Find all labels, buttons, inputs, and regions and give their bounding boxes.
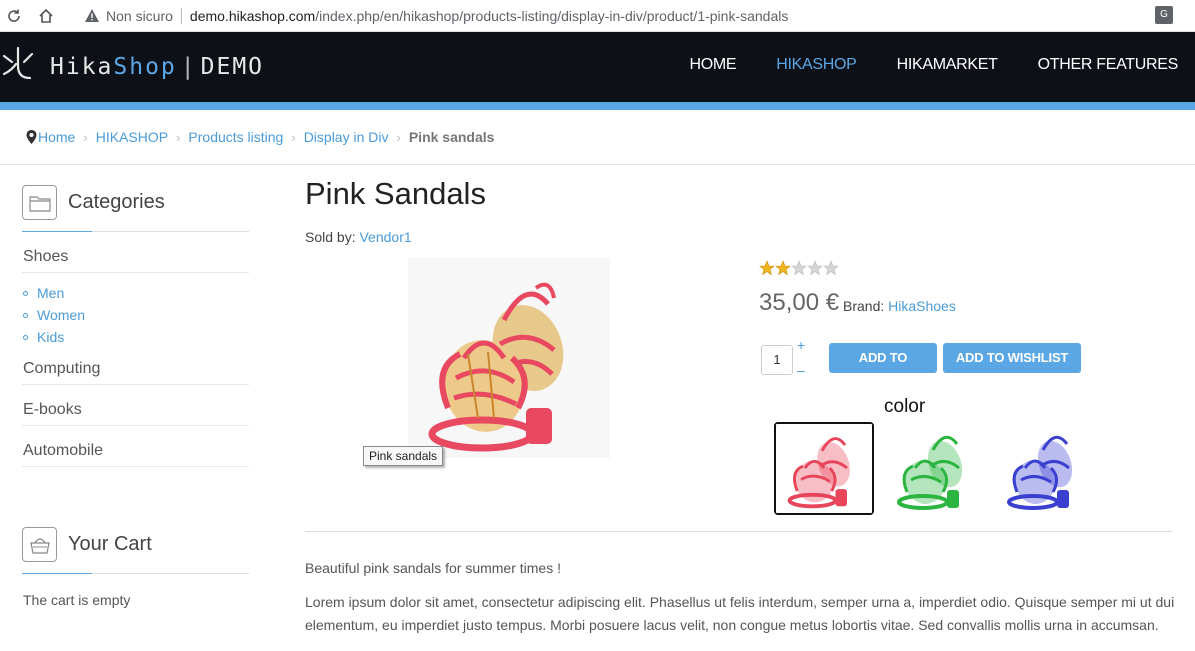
subcategory-women[interactable]: Women (23, 307, 85, 323)
add-to-wishlist-button[interactable]: ADD TO WISHLIST (943, 343, 1081, 373)
product-title: Pink Sandals (305, 176, 486, 211)
site-logo[interactable]: HikaShop | DEMO (50, 54, 264, 80)
breadcrumb-divider (0, 164, 1195, 165)
nav-home[interactable]: HOME (689, 56, 736, 74)
color-label: color (884, 396, 926, 417)
add-to-cart-button[interactable]: ADD TO CART (829, 343, 937, 395)
cart-module-header: Your Cart (22, 527, 152, 562)
site-header: HikaShop | DEMO HOME HIKASHOP HIKAMARKET O… (0, 32, 1195, 102)
sold-by: Sold by: Vendor1 (305, 229, 412, 245)
logo-text-demo: DEMO (200, 54, 265, 80)
bullet-icon (23, 334, 28, 340)
basket-icon (22, 527, 57, 562)
url-field[interactable]: demo.hikashop.com/index.php/en/hikashop/… (190, 8, 788, 24)
star-empty-icon[interactable] (807, 260, 823, 276)
folder-icon (22, 185, 57, 220)
main-nav: HOME HIKASHOP HIKAMARKET OTHER FEATURES (649, 56, 1178, 74)
category-automobile[interactable]: Automobile (23, 442, 103, 460)
blue-sandal-thumbnail (995, 422, 1095, 515)
quantity-decrease-button[interactable]: – (797, 362, 805, 378)
chevron-right-icon: › (176, 129, 181, 145)
image-tooltip: Pink sandals (363, 446, 444, 466)
long-description: Lorem ipsum dolor sit amet, consectetur … (305, 594, 1175, 633)
bullet-icon (23, 312, 28, 318)
logo-divider: | (180, 54, 197, 80)
home-icon[interactable] (32, 2, 60, 30)
brand-label: Brand: (843, 298, 885, 314)
logo-icon[interactable] (0, 44, 36, 84)
short-description: Beautiful pink sandals for summer times … (305, 560, 561, 576)
subcategory-label: Men (37, 285, 65, 301)
security-warning[interactable]: Non sicuro (84, 8, 173, 24)
vendor-link[interactable]: Vendor1 (359, 229, 411, 245)
category-divider (22, 425, 249, 426)
color-swatch-green[interactable] (885, 422, 985, 515)
description-divider (305, 531, 1172, 532)
cart-title-rule (22, 573, 249, 574)
translate-icon[interactable]: G (1155, 6, 1173, 24)
category-divider (22, 272, 249, 273)
green-sandal-thumbnail (885, 422, 985, 515)
subcategory-kids[interactable]: Kids (23, 329, 64, 345)
url-path: /index.php/en/hikashop/products-listing/… (315, 7, 789, 24)
rating-stars[interactable] (759, 260, 839, 276)
category-shoes[interactable]: Shoes (23, 248, 68, 266)
map-pin-icon (26, 130, 37, 144)
quantity-increase-button[interactable]: + (797, 337, 805, 353)
chevron-right-icon: › (291, 129, 296, 145)
security-label: Non sicuro (106, 7, 173, 24)
star-empty-icon[interactable] (823, 260, 839, 276)
sold-by-label: Sold by: (305, 229, 356, 245)
breadcrumb-products-listing[interactable]: Products listing (188, 129, 283, 145)
bullet-icon (23, 290, 28, 296)
subcategory-men[interactable]: Men (23, 285, 64, 301)
header-accent-stripe (0, 102, 1195, 110)
brand-link[interactable]: HikaShoes (888, 298, 956, 314)
pink-sandal-thumbnail (776, 424, 872, 513)
product-price: 35,00 € (759, 289, 840, 316)
color-swatch-pink[interactable] (774, 422, 874, 515)
nav-other-features[interactable]: OTHER FEATURES (1038, 56, 1179, 74)
subcategory-label: Kids (37, 329, 65, 345)
categories-module-header: Categories (22, 185, 165, 220)
chevron-right-icon: › (83, 129, 88, 145)
cart-status: The cart is empty (23, 592, 131, 608)
quantity-input[interactable]: 1 (761, 345, 793, 375)
subcategory-label: Women (37, 307, 85, 323)
category-divider (22, 466, 249, 467)
url-host: demo.hikashop.com (189, 7, 316, 24)
breadcrumb-home[interactable]: Home (38, 129, 75, 145)
address-divider (180, 7, 182, 24)
product-brand: Brand: HikaShoes (843, 298, 956, 314)
category-computing[interactable]: Computing (23, 360, 100, 378)
browser-address-bar: Non sicuro demo.hikashop.com/index.php/e… (0, 0, 1195, 32)
reload-icon[interactable] (0, 2, 28, 30)
categories-title: Categories (68, 191, 165, 213)
breadcrumb-hikashop[interactable]: HIKASHOP (96, 129, 168, 145)
nav-hikashop[interactable]: HIKASHOP (776, 56, 857, 74)
warning-icon (85, 8, 99, 22)
breadcrumb-display-in-div[interactable]: Display in Div (304, 129, 389, 145)
star-empty-icon[interactable] (791, 260, 807, 276)
logo-text-shop: Shop (113, 54, 177, 80)
categories-title-rule (22, 231, 249, 232)
breadcrumb-current: Pink sandals (408, 129, 495, 145)
chevron-right-icon: › (396, 129, 401, 145)
logo-text-hika: Hika (50, 54, 114, 80)
breadcrumb: Home › HIKASHOP › Products listing › Dis… (26, 129, 494, 145)
star-filled-icon[interactable] (775, 260, 791, 276)
color-swatch-blue[interactable] (995, 422, 1095, 515)
category-ebooks[interactable]: E-books (23, 401, 82, 419)
star-filled-icon[interactable] (759, 260, 775, 276)
nav-hikamarket[interactable]: HIKAMARKET (897, 56, 998, 74)
product-main-image[interactable] (408, 258, 610, 458)
cart-title: Your Cart (68, 533, 152, 555)
category-divider (22, 384, 249, 385)
